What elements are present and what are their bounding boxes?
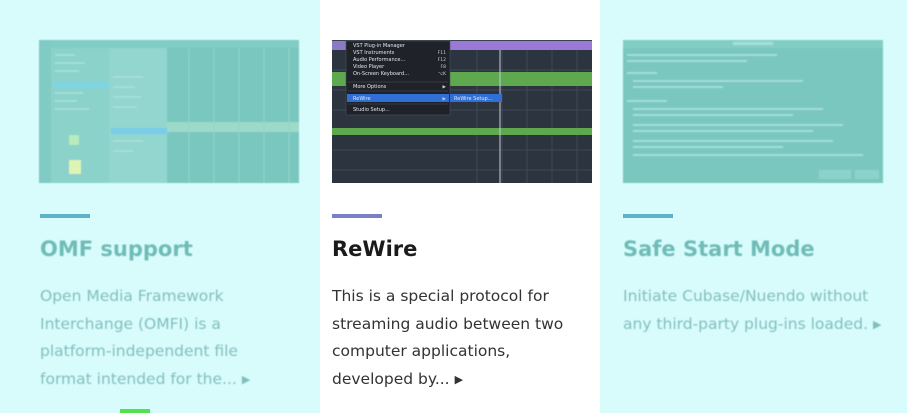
- chevron-right-icon[interactable]: ▶: [873, 311, 881, 339]
- card-description[interactable]: Initiate Cubase/Nuendo without any third…: [623, 283, 893, 338]
- card-description[interactable]: This is a special protocol for streaming…: [332, 283, 594, 393]
- accent-bar: [623, 214, 673, 218]
- bottom-tab-indicator: [120, 409, 150, 413]
- menu-item-vst-plugin-manager: VST Plug-in Manager: [353, 43, 406, 49]
- chevron-right-icon[interactable]: ▶: [242, 366, 250, 394]
- shortcut-audio-performance: F12: [438, 57, 446, 63]
- accent-bar: [40, 214, 90, 218]
- card-description-text: Initiate Cubase/Nuendo without any third…: [623, 287, 869, 333]
- submenu-arrow-more-options: ▶: [443, 85, 447, 90]
- accent-bar: [332, 214, 382, 218]
- menu-item-on-screen-keyboard: On-Screen Keyboard...: [353, 71, 409, 77]
- omf-screenshot-image: [39, 40, 299, 183]
- rewire-screenshot-image: VST Plug-in Manager VST Instruments Audi…: [332, 40, 592, 183]
- shortcut-video-player: F8: [441, 64, 447, 70]
- feature-card-safe-start[interactable]: Safe Start Mode Initiate Cubase/Nuendo w…: [600, 0, 907, 413]
- chevron-right-icon[interactable]: ▶: [455, 366, 463, 394]
- menu-item-studio-setup: Studio Setup...: [353, 107, 390, 113]
- card-description[interactable]: Open Media Framework Interchange (OMFI) …: [40, 283, 280, 393]
- card-title[interactable]: Safe Start Mode: [623, 237, 815, 261]
- submenu-item-rewire-setup: ReWire Setup...: [454, 96, 493, 102]
- menu-item-vst-instruments: VST Instruments: [353, 50, 395, 56]
- menu-item-audio-performance: Audio Performance...: [353, 57, 406, 63]
- card-description-text: This is a special protocol for streaming…: [332, 287, 564, 388]
- submenu-arrow-rewire: ▶: [443, 97, 447, 102]
- card-title[interactable]: OMF support: [40, 237, 193, 261]
- safe-start-screenshot-image: [623, 40, 883, 183]
- menu-item-more-options: More Options: [353, 84, 387, 90]
- feature-card-omf[interactable]: OMF support Open Media Framework Interch…: [0, 0, 320, 413]
- card-description-text: Open Media Framework Interchange (OMFI) …: [40, 287, 238, 388]
- card-title[interactable]: ReWire: [332, 237, 417, 261]
- menu-item-rewire: ReWire: [353, 96, 371, 102]
- omf-screenshot[interactable]: [39, 40, 299, 183]
- shortcut-vst-instruments: F11: [438, 50, 446, 56]
- safe-start-screenshot[interactable]: [623, 40, 883, 183]
- shortcut-on-screen-keyboard: ⌥K: [438, 71, 447, 77]
- menu-item-video-player: Video Player: [353, 64, 385, 70]
- rewire-screenshot[interactable]: VST Plug-in Manager VST Instruments Audi…: [332, 40, 592, 183]
- feature-card-rewire[interactable]: VST Plug-in Manager VST Instruments Audi…: [320, 0, 600, 413]
